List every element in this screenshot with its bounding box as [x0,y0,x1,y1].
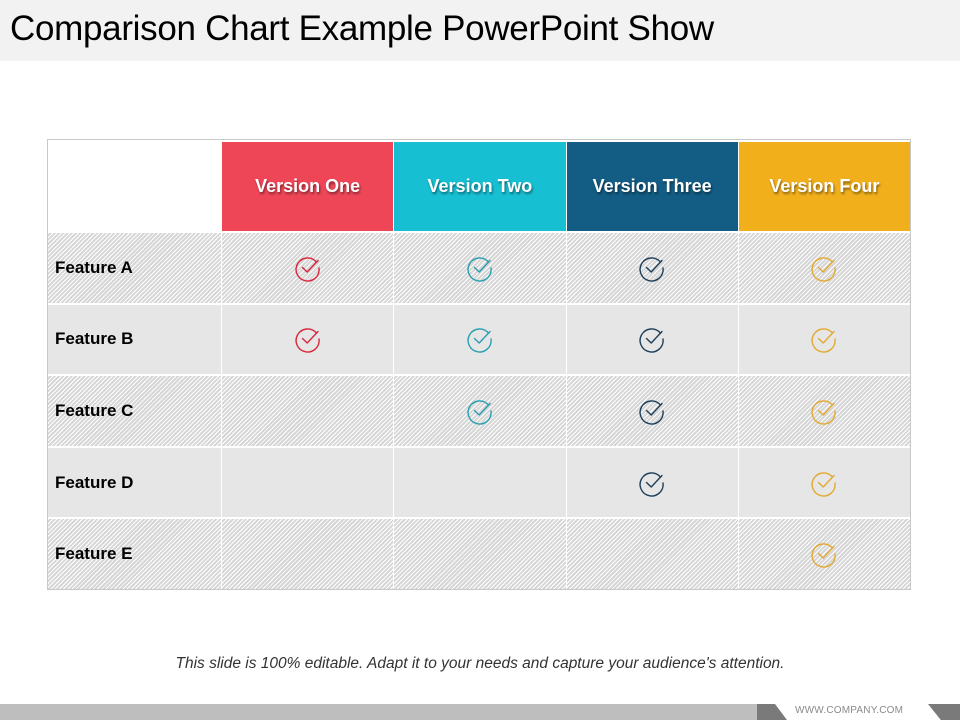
cell-feature-c-version-four [737,374,910,446]
cell-feature-e-version-four [737,517,910,589]
row-label: Feature E [48,517,221,589]
circle-check-icon [638,397,666,425]
cell-feature-e-version-two [393,517,566,589]
column-header-version-one: Version One [221,140,394,231]
circle-check-icon [810,397,838,425]
cell-feature-a-version-four [737,231,910,303]
cell-feature-b-version-two [393,302,566,375]
footer-accent-left [757,704,787,720]
circle-check-icon [294,325,322,354]
corner-cell [48,140,221,231]
cell-feature-c-version-three [565,374,738,446]
circle-check-icon [638,469,666,497]
circle-check-icon [638,325,666,354]
slide-title: Comparison Chart Example PowerPoint Show [10,9,714,48]
footer-url: WWW.COMPANY.COM [795,705,904,716]
circle-check-icon [810,325,838,354]
cell-feature-a-version-one [221,231,394,303]
table-row-feature-d: Feature D [48,445,910,518]
cell-feature-a-version-two [393,231,566,303]
circle-check-icon [466,397,494,425]
column-header-version-four: Version Four [737,140,910,231]
table-row-feature-b: Feature B [48,302,910,375]
footer-accent-right [928,704,960,720]
cell-feature-d-version-one [221,445,394,518]
cell-feature-c-version-one [221,374,394,446]
cell-feature-a-version-three [565,231,738,303]
header-row: Version One Version Two Version Three Ve… [48,140,910,231]
circle-check-icon [810,540,838,568]
circle-check-icon [810,254,838,282]
row-label: Feature D [48,445,221,518]
cell-feature-e-version-three [565,517,738,589]
footer-bar [0,704,760,720]
table-row-feature-a: Feature A [48,231,910,303]
row-label: Feature B [48,302,221,375]
cell-feature-b-version-four [737,302,910,375]
table-row-feature-c: Feature C [48,374,910,446]
cell-feature-e-version-one [221,517,394,589]
circle-check-icon [638,254,666,282]
comparison-table: Version One Version Two Version Three Ve… [47,139,911,590]
circle-check-icon [810,469,838,497]
circle-check-icon [294,254,322,282]
row-label: Feature C [48,374,221,446]
cell-feature-b-version-three [565,302,738,375]
cell-feature-d-version-three [565,445,738,518]
cell-feature-c-version-two [393,374,566,446]
cell-feature-d-version-two [393,445,566,518]
cell-feature-d-version-four [737,445,910,518]
table-row-feature-e: Feature E [48,517,910,589]
circle-check-icon [466,325,494,354]
cell-feature-b-version-one [221,302,394,375]
title-bar: Comparison Chart Example PowerPoint Show [0,0,960,61]
row-label: Feature A [48,231,221,303]
slide-caption: This slide is 100% editable. Adapt it to… [175,655,785,672]
circle-check-icon [466,254,494,282]
column-header-version-two: Version Two [393,140,566,231]
column-header-version-three: Version Three [565,140,738,231]
